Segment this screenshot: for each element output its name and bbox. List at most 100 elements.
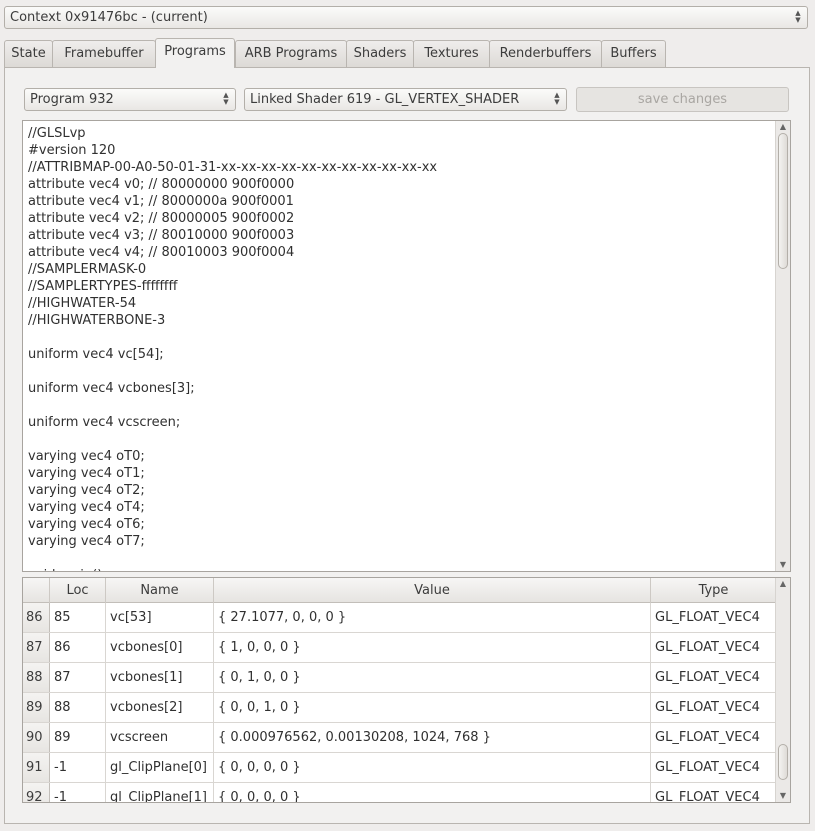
code-line: varying vec4 oT4; — [28, 500, 145, 515]
table-row[interactable]: 90 89 vcscreen{ 0.000976562, 0.00130208, 1… — [23, 723, 777, 753]
tab-arb-programs[interactable]: ARB Programs — [235, 40, 347, 68]
code-line: varying vec4 oT2; — [28, 483, 145, 498]
table-row[interactable]: 86 85 vc[53]{ 27.1077, 0, 0, 0 } GL_FLOAT_V… — [23, 603, 777, 633]
column-header-index[interactable] — [23, 578, 50, 603]
cell-value[interactable]: { 0, 1, 0, 0 } — [214, 663, 651, 692]
scrollbar-thumb[interactable] — [778, 744, 788, 780]
cell-loc[interactable]: 88 — [50, 693, 106, 722]
shader-source-editor[interactable]: //GLSLvp #version 120 //ATTRIBMAP-00-A0-50… — [22, 120, 791, 572]
table-row[interactable]: 91 -1 gl_ClipPlane[0]{ 0, 0, 0, 0 } GL_FLOA… — [23, 753, 777, 783]
row-index[interactable]: 88 — [23, 663, 50, 692]
code-line: //HIGHWATERBONE-3 — [28, 313, 166, 328]
cell-type[interactable]: GL_FLOAT_VEC4 — [651, 753, 777, 782]
cell-name[interactable]: vcscreen — [106, 723, 214, 752]
program-select-label: Program 932 — [30, 92, 114, 107]
cell-loc[interactable]: 85 — [50, 603, 106, 632]
row-index[interactable]: 86 — [23, 603, 50, 632]
cell-value[interactable]: { 0, 0, 0, 0 } — [214, 753, 651, 782]
tab-buffers[interactable]: Buffers — [601, 40, 666, 68]
program-select[interactable]: Program 932 ▲ ▼ — [24, 88, 236, 111]
code-line: varying vec4 oT1; — [28, 466, 145, 481]
scroll-up-arrow-icon[interactable]: ▲ — [776, 578, 790, 590]
row-index[interactable]: 89 — [23, 693, 50, 722]
cell-value[interactable]: { 1, 0, 0, 0 } — [214, 633, 651, 662]
cell-type[interactable]: GL_FLOAT_VEC4 — [651, 723, 777, 752]
code-line: uniform vec4 vcscreen; — [28, 415, 181, 430]
tab-label: ARB Programs — [244, 46, 338, 61]
tab-label: Programs — [164, 44, 226, 59]
cell-name[interactable]: vcbones[1] — [106, 663, 214, 692]
programs-panel: Program 932 ▲ ▼ Linked Shader 619 - GL_VE… — [4, 67, 810, 824]
up-down-arrows-icon: ▲ ▼ — [795, 9, 801, 24]
tab-framebuffer[interactable]: Framebuffer — [52, 40, 156, 68]
cell-loc[interactable]: 89 — [50, 723, 106, 752]
uniforms-table: Loc Name Value Type 86 85 vc[53]{ 27.1077,… — [22, 577, 791, 803]
tab-label: Textures — [424, 46, 479, 61]
cell-name[interactable]: gl_ClipPlane[0] — [106, 753, 214, 782]
context-select[interactable]: Context 0x91476bc - (current) ▲ ▼ — [4, 6, 808, 29]
column-header-value[interactable]: Value — [214, 578, 651, 603]
row-index[interactable]: 87 — [23, 633, 50, 662]
cell-value[interactable]: { 0, 0, 1, 0 } — [214, 693, 651, 722]
column-header-name[interactable]: Name — [106, 578, 214, 603]
cell-loc[interactable]: -1 — [50, 783, 106, 802]
cell-name[interactable]: vc[53] — [106, 603, 214, 632]
code-line: varying vec4 oT6; — [28, 517, 145, 532]
cell-name[interactable]: vcbones[2] — [106, 693, 214, 722]
row-index[interactable]: 91 — [23, 753, 50, 782]
cell-type[interactable]: GL_FLOAT_VEC4 — [651, 603, 777, 632]
cell-type[interactable]: GL_FLOAT_VEC4 — [651, 693, 777, 722]
code-line: varying vec4 oT0; — [28, 449, 145, 464]
cell-type[interactable]: GL_FLOAT_VEC4 — [651, 663, 777, 692]
tab-programs[interactable]: Programs — [155, 38, 235, 68]
shader-source-text[interactable]: //GLSLvp #version 120 //ATTRIBMAP-00-A0-50… — [28, 125, 774, 571]
shader-select-label: Linked Shader 619 - GL_VERTEX_SHADER — [250, 92, 520, 107]
cell-value[interactable]: { 0, 0, 0, 0 } — [214, 783, 651, 802]
code-line: void main() — [28, 567, 774, 571]
column-header-type[interactable]: Type — [651, 578, 777, 603]
code-line: //HIGHWATER-54 — [28, 296, 137, 311]
table-scrollbar[interactable]: ▲ ▼ — [775, 578, 790, 802]
cell-loc[interactable]: 86 — [50, 633, 106, 662]
code-line: //ATTRIBMAP-00-A0-50-01-31-xx-xx-xx-xx-x… — [28, 160, 438, 175]
tab-state[interactable]: State — [4, 40, 53, 68]
tab-textures[interactable]: Textures — [413, 40, 490, 68]
tab-shaders[interactable]: Shaders — [346, 40, 414, 68]
code-line: uniform vec4 vc[54]; — [28, 347, 164, 362]
scrollbar-thumb[interactable] — [778, 133, 788, 269]
up-down-arrows-icon: ▲ ▼ — [554, 91, 560, 106]
cell-type[interactable]: GL_FLOAT_VEC4 — [651, 783, 777, 802]
row-index[interactable]: 90 — [23, 723, 50, 752]
column-header-loc[interactable]: Loc — [50, 578, 106, 603]
up-down-arrows-icon: ▲ ▼ — [223, 91, 229, 106]
cell-loc[interactable]: -1 — [50, 753, 106, 782]
cell-value[interactable]: { 27.1077, 0, 0, 0 } — [214, 603, 651, 632]
scroll-down-arrow-icon[interactable]: ▼ — [776, 559, 790, 571]
code-line: attribute vec4 v4; // 80010003 900f0004 — [28, 245, 295, 260]
table-row[interactable]: 87 86 vcbones[0]{ 1, 0, 0, 0 } GL_FLOAT_VEC… — [23, 633, 777, 663]
scroll-up-arrow-icon[interactable]: ▲ — [776, 121, 790, 133]
save-changes-button[interactable]: save changes — [576, 87, 789, 112]
table-row[interactable]: 88 87 vcbones[1]{ 0, 1, 0, 0 } GL_FLOAT_VEC… — [23, 663, 777, 693]
cell-value[interactable]: { 0.000976562, 0.00130208, 1024, 768 } — [214, 723, 651, 752]
cell-type[interactable]: GL_FLOAT_VEC4 — [651, 633, 777, 662]
code-line: #version 120 — [28, 143, 116, 158]
scroll-down-arrow-icon[interactable]: ▼ — [776, 790, 790, 802]
row-index[interactable]: 92 — [23, 783, 50, 802]
table-row[interactable]: 92 -1 gl_ClipPlane[1]{ 0, 0, 0, 0 } GL_FLOA… — [23, 783, 777, 802]
tab-renderbuffers[interactable]: Renderbuffers — [489, 40, 602, 68]
tab-label: Buffers — [610, 46, 657, 61]
editor-scrollbar[interactable]: ▲ ▼ — [775, 121, 790, 571]
tab-label: Framebuffer — [64, 46, 144, 61]
code-line: attribute vec4 v2; // 80000005 900f0002 — [28, 211, 295, 226]
shader-select[interactable]: Linked Shader 619 - GL_VERTEX_SHADER ▲ ▼ — [244, 88, 567, 111]
table-row[interactable]: 89 88 vcbones[2]{ 0, 0, 1, 0 } GL_FLOAT_VEC… — [23, 693, 777, 723]
cell-loc[interactable]: 87 — [50, 663, 106, 692]
cell-name[interactable]: vcbones[0] — [106, 633, 214, 662]
cell-name[interactable]: gl_ClipPlane[1] — [106, 783, 214, 802]
